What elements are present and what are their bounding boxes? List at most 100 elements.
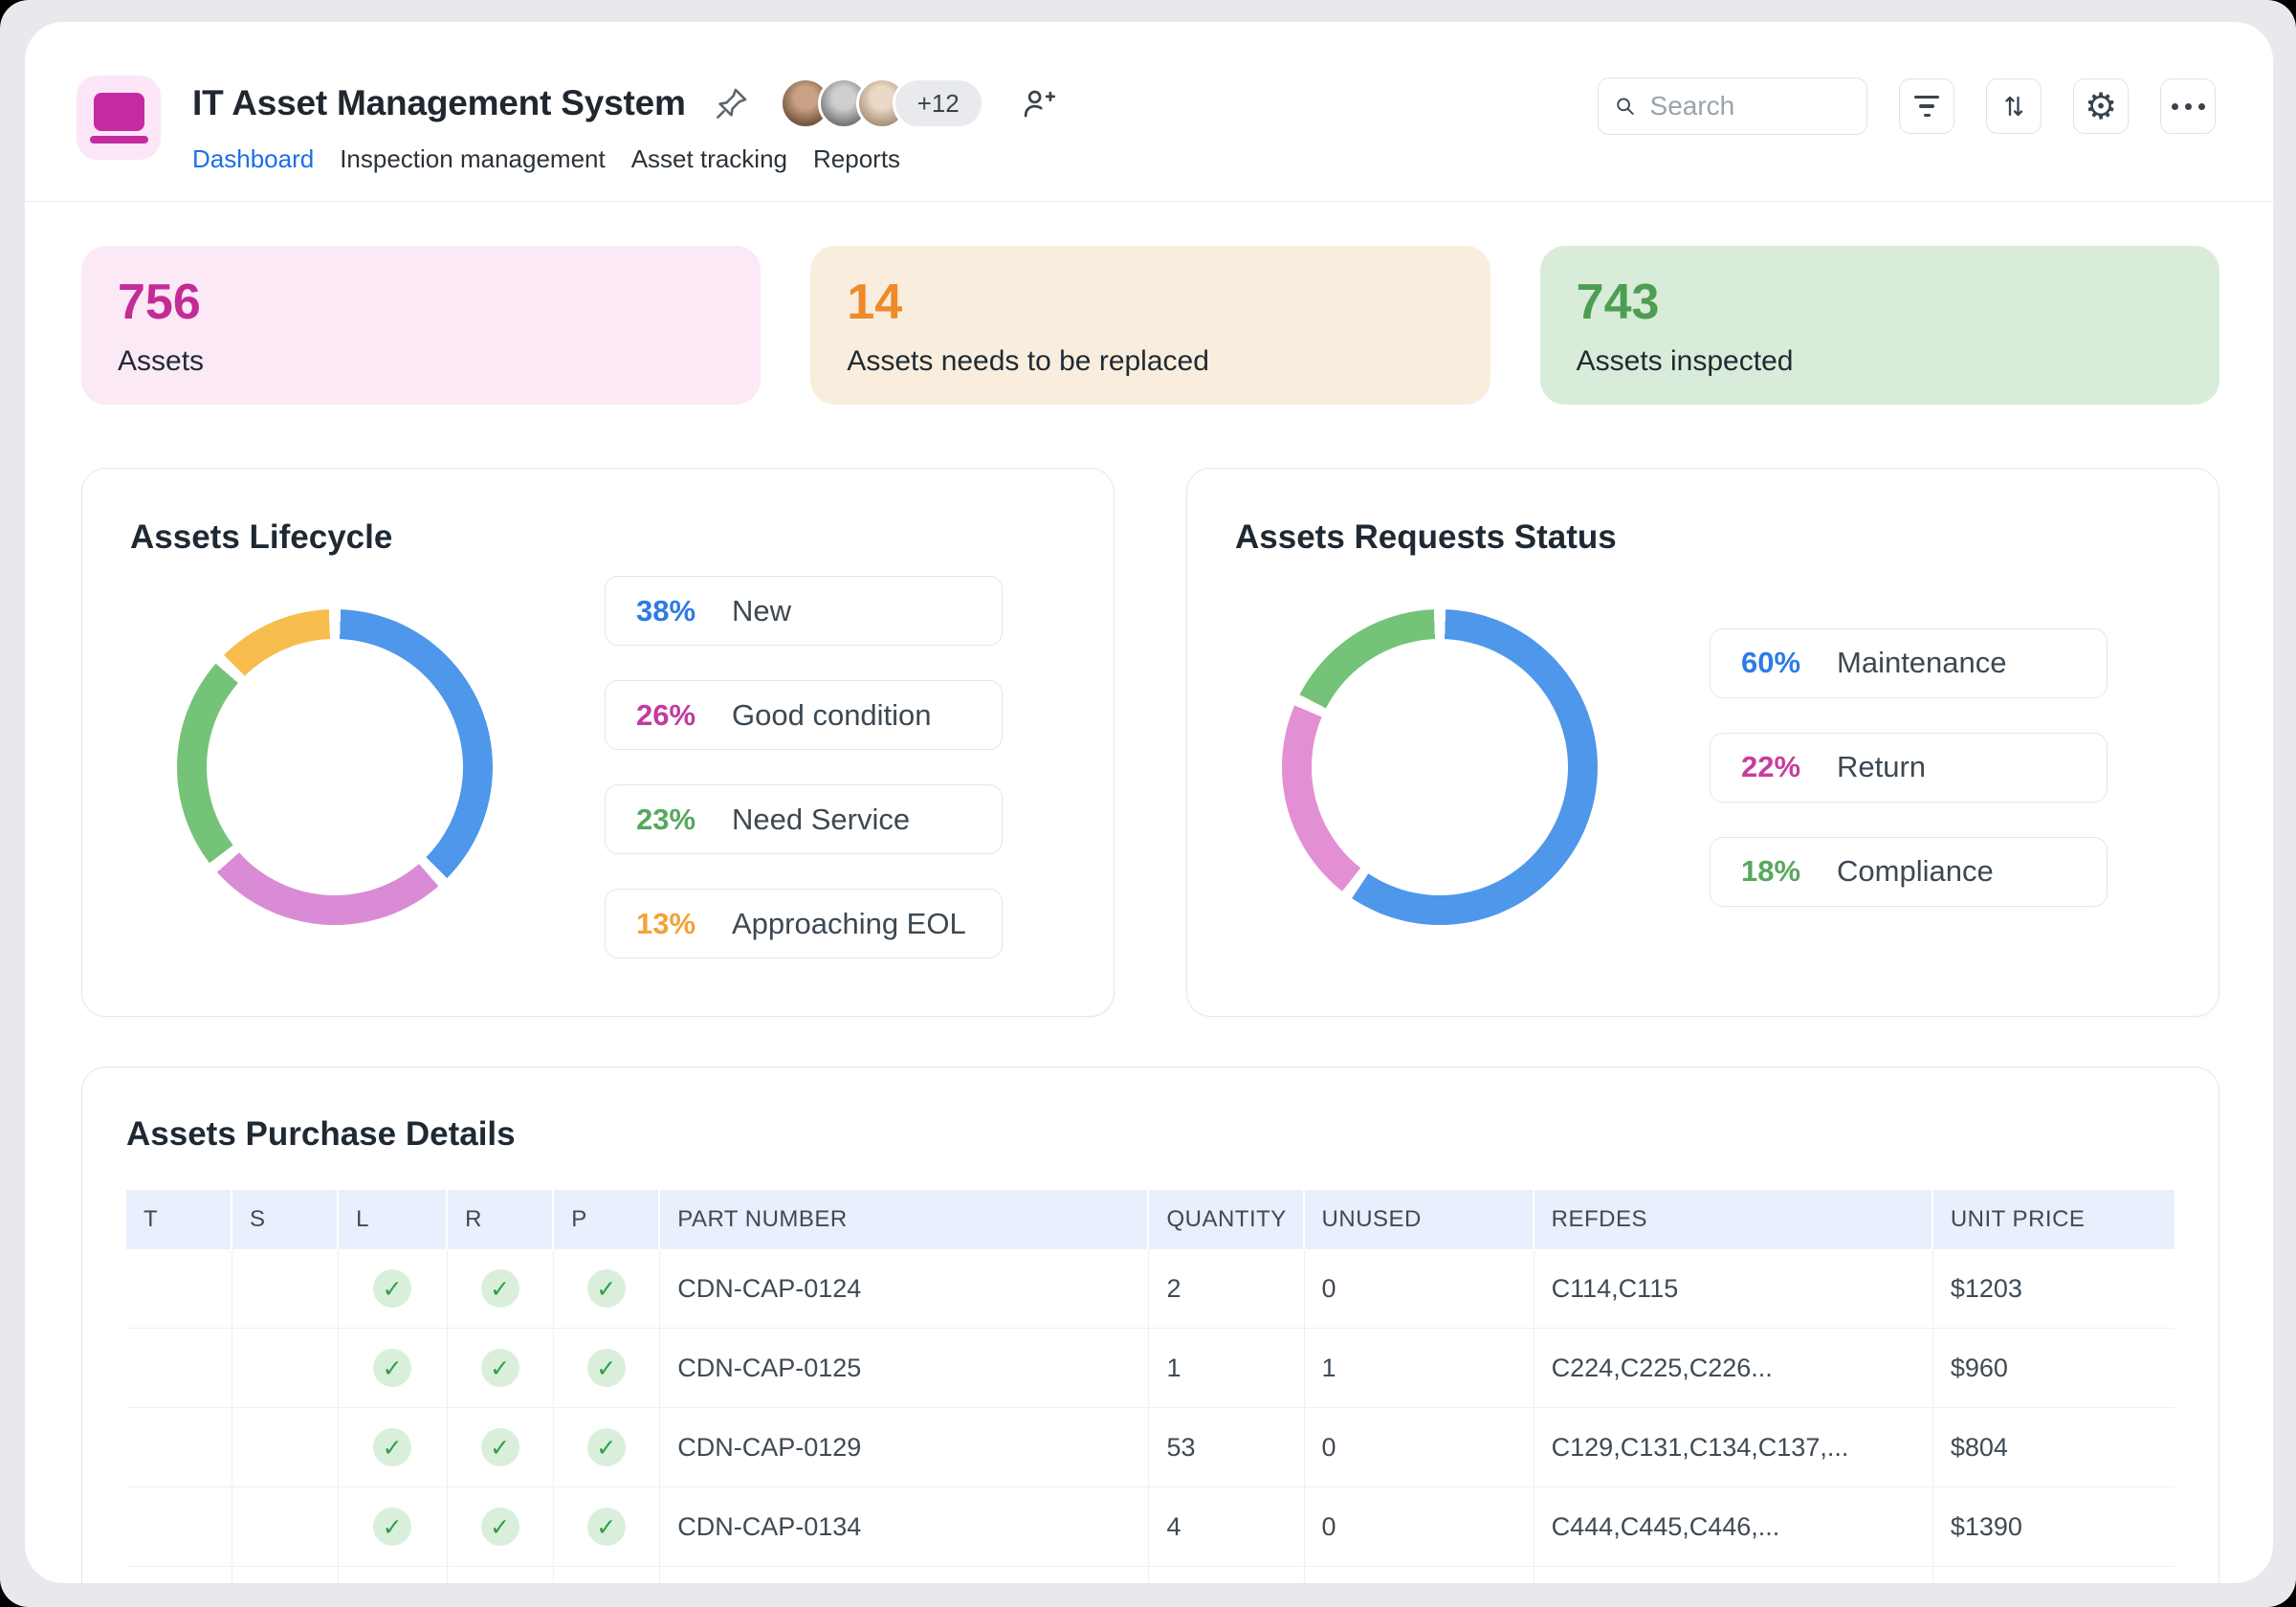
- stat-label: Assets needs to be replaced: [847, 345, 1453, 378]
- flag-cell-s: [232, 1487, 339, 1567]
- filter-button[interactable]: [1899, 78, 1954, 134]
- sort-button[interactable]: [1986, 78, 2042, 134]
- check-icon: ✓: [373, 1508, 411, 1546]
- cell-part-number: CDN-CAP-0136: [660, 1567, 1149, 1583]
- ellipsis-icon: [2172, 103, 2205, 110]
- legend-item-approaching-eol: 13%Approaching EOL: [605, 889, 1003, 958]
- legend-label: Approaching EOL: [732, 907, 966, 941]
- cell-unit-price: $1813: [1933, 1567, 2175, 1583]
- check-icon: ✓: [587, 1269, 626, 1308]
- pin-icon[interactable]: [715, 86, 749, 121]
- column-header-s: S: [232, 1190, 339, 1249]
- header-actions: ⚙: [1598, 76, 2216, 135]
- cell-quantity: 53: [1149, 1408, 1304, 1487]
- stat-label: Assets: [118, 345, 724, 378]
- cell-quantity: 2: [1149, 1249, 1304, 1329]
- stat-card-assets: 756 Assets: [81, 246, 761, 405]
- flag-cell-t: [126, 1329, 232, 1408]
- cell-refdes: C464,C465,C466,...: [1534, 1567, 1933, 1583]
- flag-cell-l: ✓: [339, 1329, 448, 1408]
- cell-unit-price: $1203: [1933, 1249, 2175, 1329]
- flag-cell-s: [232, 1408, 339, 1487]
- tab-inspection-management[interactable]: Inspection management: [340, 144, 606, 174]
- flag-cell-p: ✓: [554, 1487, 660, 1567]
- settings-button[interactable]: ⚙: [2073, 78, 2129, 134]
- flag-cell-t: [126, 1487, 232, 1567]
- column-header-l: L: [339, 1190, 448, 1249]
- search-input[interactable]: [1648, 90, 1851, 122]
- legend-percent: 23%: [636, 803, 715, 837]
- legend-percent: 38%: [636, 594, 715, 628]
- cell-quantity: 1: [1149, 1329, 1304, 1408]
- flag-cell-l: ✓: [339, 1408, 448, 1487]
- column-header-r: R: [448, 1190, 554, 1249]
- cell-part-number: CDN-CAP-0129: [660, 1408, 1149, 1487]
- cell-unused: 2: [1305, 1567, 1534, 1583]
- legend-label: Return: [1837, 750, 1926, 784]
- table-row-cdn-cap-0124: ✓✓✓CDN-CAP-012420C114,C115$1203: [126, 1249, 2175, 1329]
- top-bar: IT Asset Management System +12: [25, 22, 2273, 174]
- flag-cell-p: ✓: [554, 1567, 660, 1583]
- flag-cell-r: ✓: [448, 1329, 554, 1408]
- table-body: ✓✓✓CDN-CAP-012420C114,C115$1203✓✓✓CDN-CA…: [126, 1249, 2175, 1583]
- column-header-unit-price: UNIT PRICE: [1933, 1190, 2175, 1249]
- sort-icon: [1998, 91, 2029, 121]
- filter-icon: [1914, 96, 1939, 118]
- tab-dashboard[interactable]: Dashboard: [192, 144, 314, 174]
- gear-icon: ⚙: [2085, 88, 2117, 124]
- tab-reports[interactable]: Reports: [813, 144, 900, 174]
- more-button[interactable]: [2160, 78, 2216, 134]
- column-header-part-number: PART NUMBER: [660, 1190, 1149, 1249]
- table-row-cdn-cap-0129: ✓✓✓CDN-CAP-0129530C129,C131,C134,C137,..…: [126, 1408, 2175, 1487]
- title-block: IT Asset Management System +12: [192, 76, 1055, 174]
- stat-value: 756: [118, 275, 724, 332]
- legend-item-good-condition: 26%Good condition: [605, 680, 1003, 750]
- check-icon: ✓: [481, 1428, 519, 1466]
- app-background: IT Asset Management System +12: [0, 0, 2296, 1607]
- stat-card-assets-needs-to-be-replaced: 14Assets needs to be replaced: [810, 246, 1490, 405]
- legend-percent: 22%: [1741, 750, 1820, 784]
- flag-cell-r: ✓: [448, 1408, 554, 1487]
- check-icon: ✓: [481, 1269, 519, 1308]
- requests-donut-chart: [1282, 609, 1598, 925]
- legend-label: Need Service: [732, 803, 910, 837]
- cell-part-number: CDN-CAP-0125: [660, 1329, 1149, 1408]
- requests-legend: 60%Maintenance22%Return18%Compliance: [1710, 628, 2108, 907]
- table-row-cdn-cap-0136: ✓✓✓CDN-CAP-0136122C464,C465,C466,...$181…: [126, 1567, 2175, 1583]
- column-header-unused: UNUSED: [1305, 1190, 1534, 1249]
- tab-asset-tracking[interactable]: Asset tracking: [631, 144, 787, 174]
- cell-refdes: C114,C115: [1534, 1249, 1933, 1329]
- flag-cell-r: ✓: [448, 1487, 554, 1567]
- legend-item-new: 38%New: [605, 576, 1003, 646]
- cell-refdes: C444,C445,C446,...: [1534, 1487, 1933, 1567]
- flag-cell-p: ✓: [554, 1408, 660, 1487]
- cell-part-number: CDN-CAP-0134: [660, 1487, 1149, 1567]
- table-row-cdn-cap-0134: ✓✓✓CDN-CAP-013440C444,C445,C446,...$1390: [126, 1487, 2175, 1567]
- cell-unit-price: $804: [1933, 1408, 2175, 1487]
- avatar-stack[interactable]: +12: [780, 77, 984, 129]
- flag-cell-t: [126, 1408, 232, 1487]
- cell-refdes: C129,C131,C134,C137,...: [1534, 1408, 1933, 1487]
- legend-label: Good condition: [732, 698, 932, 733]
- flag-cell-t: [126, 1249, 232, 1329]
- check-icon: ✓: [587, 1428, 626, 1466]
- app-logo-laptop-icon: [77, 76, 161, 160]
- cell-quantity: 12: [1149, 1567, 1304, 1583]
- flag-cell-r: ✓: [448, 1249, 554, 1329]
- chart-title: Assets Requests Status: [1235, 518, 2171, 557]
- legend-item-maintenance: 60%Maintenance: [1710, 628, 2108, 698]
- assets-purchase-details-card: Assets Purchase Details TSLRPPART NUMBER…: [81, 1067, 2219, 1583]
- check-icon: ✓: [373, 1428, 411, 1466]
- add-user-icon[interactable]: [1019, 85, 1055, 121]
- table-header-row: TSLRPPART NUMBERQUANTITYUNUSEDREFDESUNIT…: [126, 1190, 2175, 1249]
- lifecycle-legend: 38%New 26%Good condition 23% Need Service 13…: [605, 576, 1003, 958]
- column-header-quantity: QUANTITY: [1149, 1190, 1304, 1249]
- cell-part-number: CDN-CAP-0124: [660, 1249, 1149, 1329]
- search-box[interactable]: [1598, 77, 1867, 135]
- legend-label: Compliance: [1837, 854, 1994, 889]
- check-icon: ✓: [373, 1269, 411, 1308]
- lifecycle-donut-chart: [177, 609, 493, 925]
- column-header-refdes: REFDES: [1534, 1190, 1933, 1249]
- page-title: IT Asset Management System: [192, 83, 686, 123]
- cell-unused: 0: [1305, 1487, 1534, 1567]
